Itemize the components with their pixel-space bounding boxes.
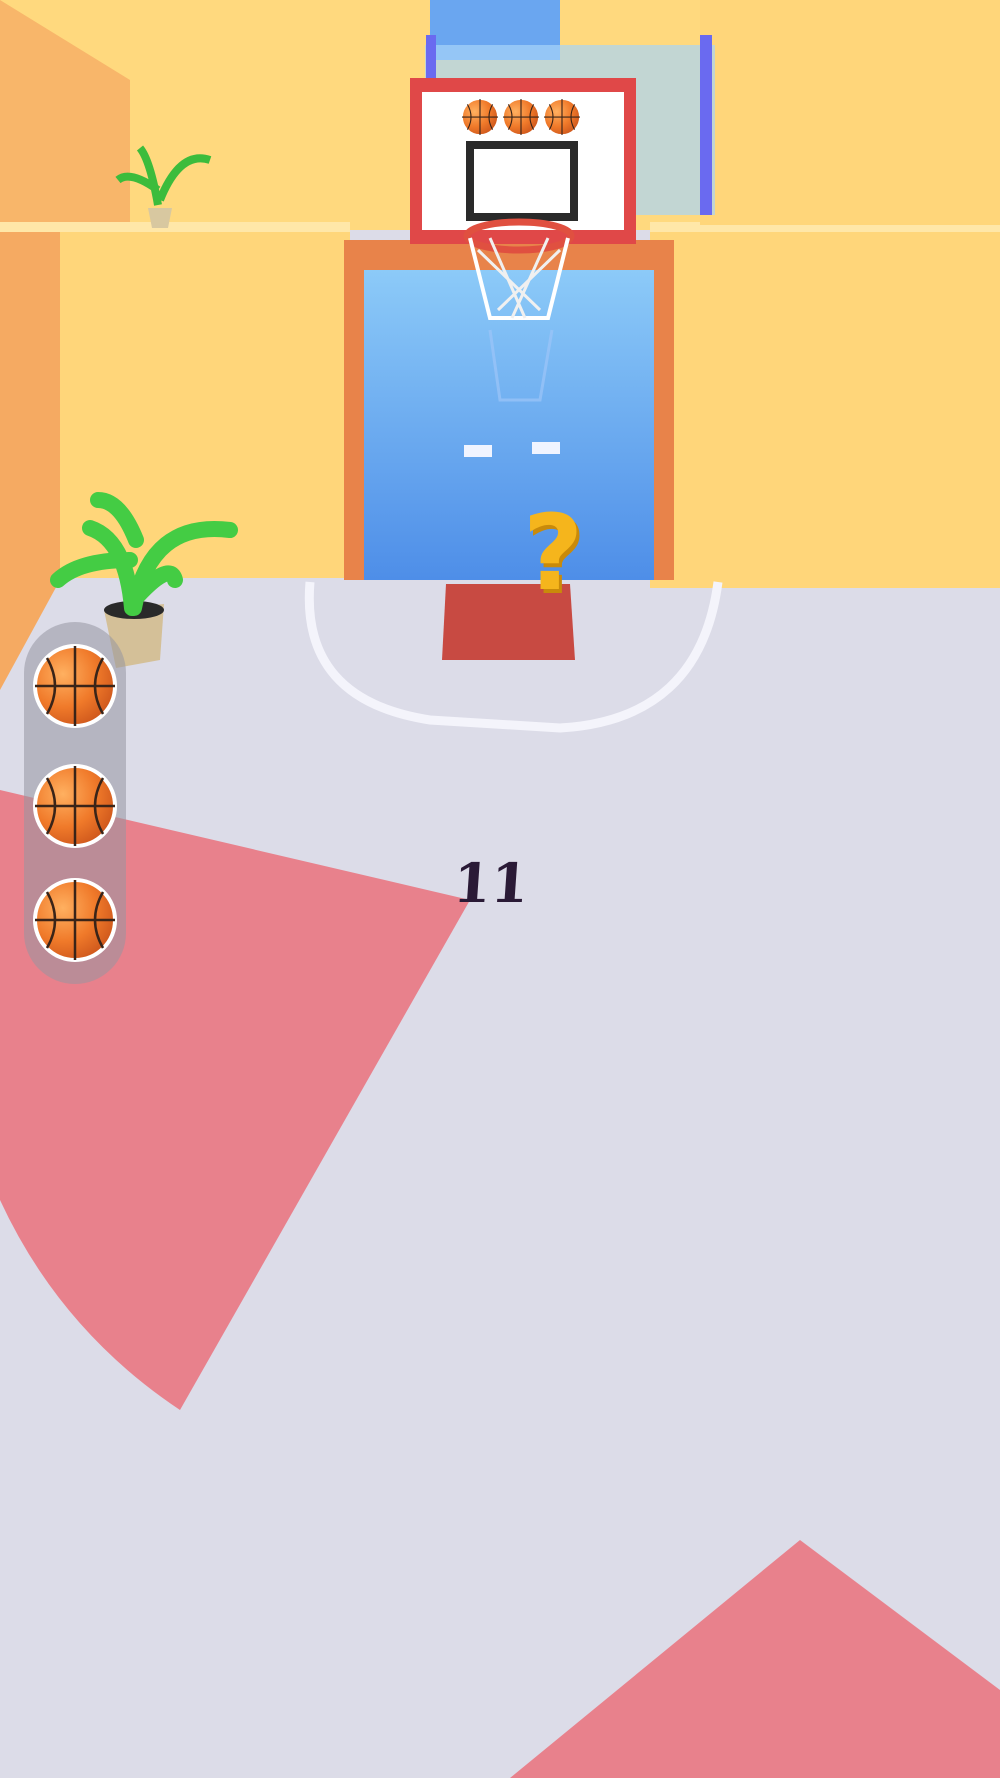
ball-tray	[24, 622, 126, 984]
basketball-icon	[33, 878, 117, 962]
basketball-icon	[502, 98, 540, 136]
jersey-number: 11	[451, 851, 531, 915]
basketball-icon	[461, 98, 499, 136]
hint-marker: ?	[522, 492, 584, 614]
backboard-balls	[461, 98, 581, 136]
basketball-icon	[33, 764, 117, 848]
basketball-icon	[543, 98, 581, 136]
basketball-icon	[33, 644, 117, 728]
